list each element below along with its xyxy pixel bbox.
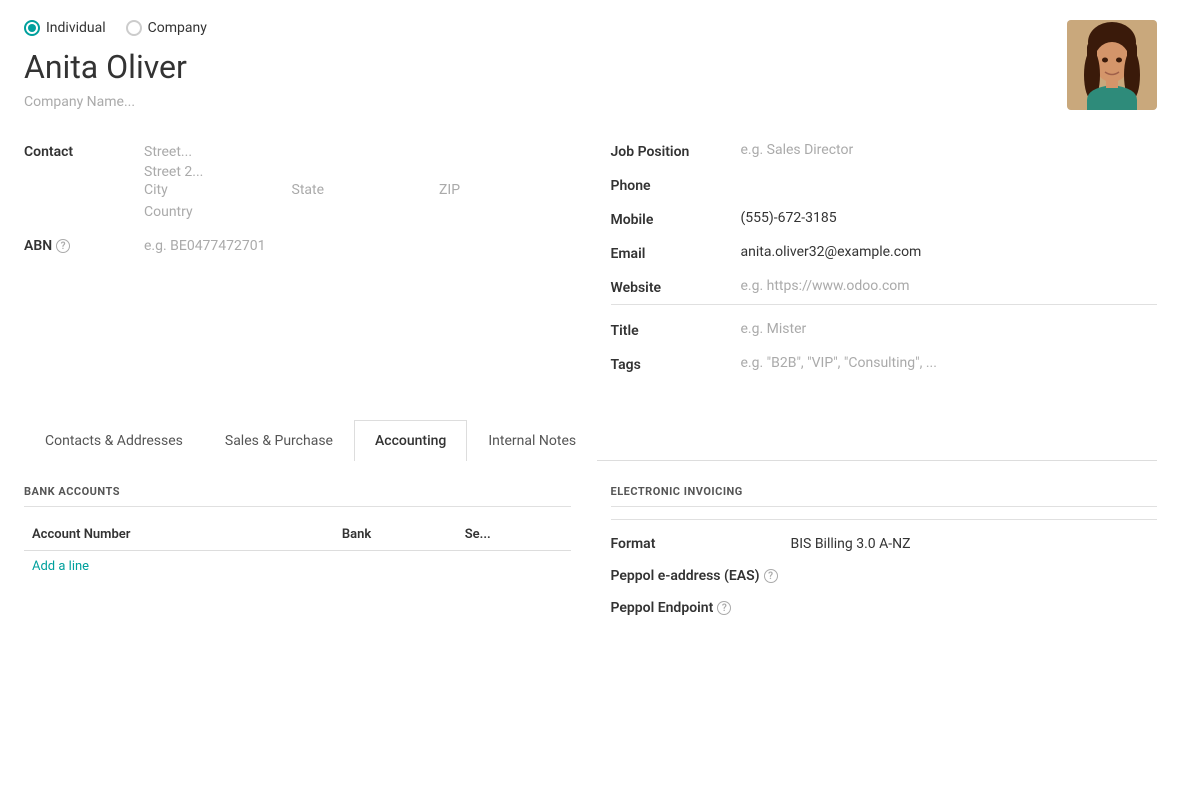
job-position-row: Job Position e.g. Sales Director [611, 142, 1158, 160]
avatar[interactable] [1067, 20, 1157, 110]
individual-radio-circle [24, 20, 40, 36]
peppol-eas-row: Peppol e-address (EAS) ? [611, 568, 1158, 584]
website-label: Website [611, 278, 741, 296]
peppol-eas-label: Peppol e-address (EAS) ? [611, 568, 791, 584]
peppol-endpoint-row: Peppol Endpoint ? [611, 600, 1158, 616]
contact-row: Contact Street... Street 2... City State… [24, 142, 571, 222]
bank-accounts-section: BANK ACCOUNTS Account Number Bank Se... … [24, 485, 571, 632]
company-label: Company [148, 20, 207, 36]
city-state-zip-row: City State ZIP [144, 182, 571, 198]
peppol-endpoint-label-text: Peppol Endpoint [611, 600, 714, 616]
add-line-button[interactable]: Add a line [24, 551, 571, 582]
tab-bar: Contacts & Addresses Sales & Purchase Ac… [24, 419, 1157, 461]
street2-field[interactable]: Street 2... [144, 162, 571, 182]
mobile-label: Mobile [611, 210, 741, 228]
peppol-endpoint-label: Peppol Endpoint ? [611, 600, 791, 616]
email-field[interactable]: anita.oliver32@example.com [741, 244, 1158, 260]
zip-field[interactable]: ZIP [439, 182, 571, 198]
electronic-invoicing-section: ELECTRONIC INVOICING Format BIS Billing … [611, 485, 1158, 632]
contact-type-selector: Individual Company [24, 20, 1067, 36]
website-field[interactable]: e.g. https://www.odoo.com [741, 278, 1158, 294]
electronic-invoicing-title: ELECTRONIC INVOICING [611, 485, 1158, 507]
company-name-field[interactable]: Company Name... [24, 94, 1067, 110]
company-radio-circle [126, 20, 142, 36]
form-left: Contact Street... Street 2... City State… [24, 142, 571, 389]
phone-label: Phone [611, 176, 741, 194]
format-value[interactable]: BIS Billing 3.0 A-NZ [791, 536, 1158, 552]
tab-contacts-addresses[interactable]: Contacts & Addresses [24, 420, 204, 461]
contact-name[interactable]: Anita Oliver [24, 48, 1067, 86]
bank-accounts-title: BANK ACCOUNTS [24, 485, 571, 507]
individual-radio[interactable]: Individual [24, 20, 106, 36]
peppol-eas-help-icon[interactable]: ? [764, 569, 778, 583]
phone-row: Phone [611, 176, 1158, 194]
title-label: Title [611, 321, 741, 339]
abn-label-group: ABN ? [24, 236, 144, 254]
peppol-endpoint-help-icon[interactable]: ? [717, 601, 731, 615]
tab-internal-notes[interactable]: Internal Notes [467, 420, 597, 461]
abn-help-icon[interactable]: ? [56, 239, 70, 253]
col-bank: Bank [334, 519, 457, 551]
tags-field[interactable]: e.g. "B2B", "VIP", "Consulting", ... [741, 355, 1158, 371]
col-account-number: Account Number [24, 519, 334, 551]
table-header-row: Account Number Bank Se... [24, 519, 571, 551]
country-field[interactable]: Country [144, 202, 571, 222]
contact-label: Contact [24, 142, 144, 160]
job-position-label: Job Position [611, 142, 741, 160]
tab-content: BANK ACCOUNTS Account Number Bank Se... … [24, 485, 1157, 632]
state-field[interactable]: State [292, 182, 424, 198]
ei-divider [611, 519, 1158, 520]
abn-input[interactable]: e.g. BE0477472701 [144, 236, 571, 256]
tags-label: Tags [611, 355, 741, 373]
mobile-row: Mobile (555)-672-3185 [611, 210, 1158, 228]
peppol-eas-label-text: Peppol e-address (EAS) [611, 568, 760, 584]
abn-label: ABN [24, 238, 52, 254]
format-row: Format BIS Billing 3.0 A-NZ [611, 536, 1158, 552]
website-row: Website e.g. https://www.odoo.com [611, 278, 1158, 305]
avatar-image [1067, 20, 1157, 110]
tab-sales-purchase[interactable]: Sales & Purchase [204, 420, 354, 461]
tags-row: Tags e.g. "B2B", "VIP", "Consulting", ..… [611, 355, 1158, 373]
abn-field: e.g. BE0477472701 [144, 236, 571, 256]
address-fields: Street... Street 2... City State ZIP Cou… [144, 142, 571, 222]
individual-label: Individual [46, 20, 106, 36]
form-right: Job Position e.g. Sales Director Phone M… [611, 142, 1158, 389]
mobile-field[interactable]: (555)-672-3185 [741, 210, 1158, 226]
format-label: Format [611, 536, 791, 552]
street-field[interactable]: Street... [144, 142, 571, 162]
job-position-field[interactable]: e.g. Sales Director [741, 142, 1158, 158]
city-field[interactable]: City [144, 182, 276, 198]
bank-accounts-table: Account Number Bank Se... [24, 519, 571, 551]
email-label: Email [611, 244, 741, 262]
tab-accounting[interactable]: Accounting [354, 420, 467, 461]
email-row: Email anita.oliver32@example.com [611, 244, 1158, 262]
company-radio[interactable]: Company [126, 20, 207, 36]
col-send: Se... [457, 519, 571, 551]
abn-row: ABN ? e.g. BE0477472701 [24, 236, 571, 256]
title-row: Title e.g. Mister [611, 321, 1158, 339]
title-field[interactable]: e.g. Mister [741, 321, 1158, 337]
contact-form: Contact Street... Street 2... City State… [24, 142, 1157, 389]
